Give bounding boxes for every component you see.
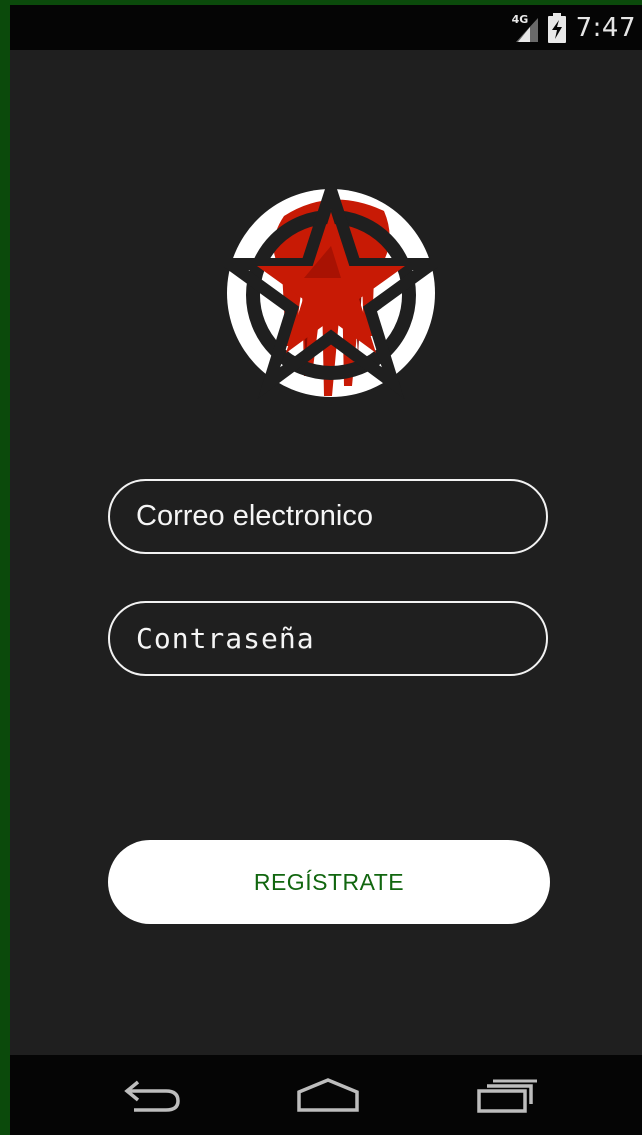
password-field[interactable]: Contraseña [108, 601, 548, 676]
status-clock: 7:47 [575, 12, 636, 43]
navigation-bar [10, 1055, 642, 1135]
password-placeholder: Contraseña [136, 622, 315, 655]
device-frame: 4G 7:47 Correo electronico Contraseña RE… [0, 0, 642, 1135]
recent-apps-icon[interactable] [473, 1077, 543, 1117]
email-field[interactable]: Correo electronico [108, 479, 548, 554]
email-placeholder: Correo electronico [136, 500, 373, 532]
app-screen: 4G 7:47 Correo electronico Contraseña RE… [10, 5, 642, 1135]
status-bar: 4G 7:47 [10, 5, 642, 50]
bloody-star-emblem-icon [211, 170, 451, 400]
register-button[interactable]: REGÍSTRATE [108, 840, 550, 924]
home-icon[interactable] [293, 1077, 363, 1117]
register-button-label: REGÍSTRATE [253, 868, 405, 895]
status-icons: 4G 7:47 [512, 5, 636, 50]
signal-icon: 4G [512, 14, 538, 42]
back-icon[interactable] [116, 1077, 186, 1117]
battery-charging-icon [547, 12, 566, 43]
